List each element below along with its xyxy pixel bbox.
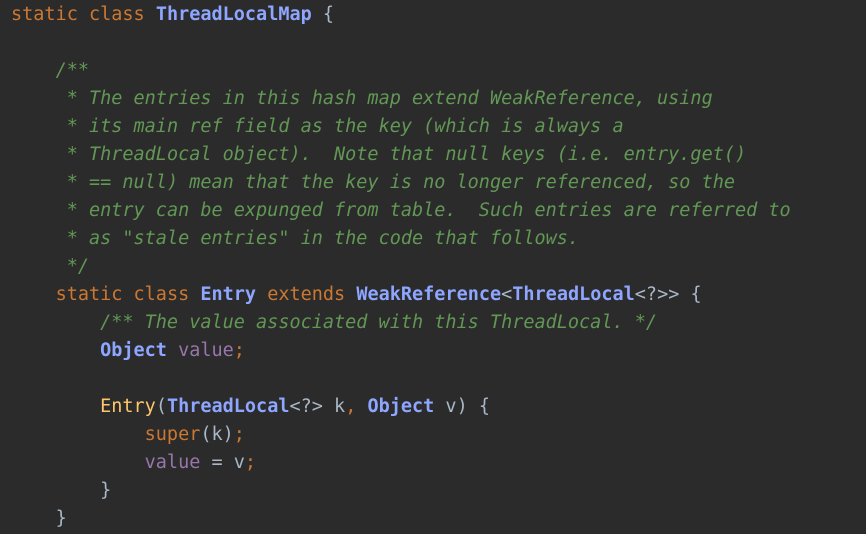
code-line: value = v; [11, 449, 791, 477]
code-line: ​ [11, 365, 791, 393]
code-token: Object [367, 396, 435, 417]
code-line: } [11, 505, 791, 533]
code-token: Entry [100, 396, 156, 417]
code-token: static [11, 4, 78, 25]
code-token: Entry [200, 284, 257, 305]
code-line: * entry can be expunged from table. Such… [11, 197, 791, 225]
code-token: value [144, 452, 201, 473]
code-token: class [133, 284, 190, 305]
code-editor[interactable]: static class ThreadLocalMap {​ /** * The… [0, 0, 866, 534]
code-line: static class ThreadLocalMap { [11, 1, 791, 29]
code-token: } [55, 508, 67, 529]
code-token: , [345, 396, 357, 417]
code-token: /** [55, 60, 89, 81]
code-token: = v [200, 452, 245, 473]
code-token: { [311, 4, 335, 25]
code-token: */ [66, 256, 89, 277]
code-token: <?>> { [634, 284, 702, 305]
code-token: ThreadLocalMap [155, 4, 312, 25]
code-line: * == null) mean that the key is no longe… [11, 169, 791, 197]
code-line: Entry(ThreadLocal<?> k, Object v) { [11, 393, 791, 421]
code-token: * ThreadLocal object). Note that null ke… [66, 144, 747, 165]
code-line: * ThreadLocal object). Note that null ke… [11, 141, 791, 169]
code-line: * The entries in this hash map extend We… [11, 85, 791, 113]
code-token: * The entries in this hash map extend We… [66, 88, 713, 109]
code-token: /** The value associated with this Threa… [100, 312, 658, 333]
code-token: ; [233, 424, 245, 445]
code-line: super(k); [11, 421, 791, 449]
code-line: */ [11, 253, 791, 281]
code-token: extends [267, 284, 346, 305]
code-line: * as "stale entries" in the code that fo… [11, 225, 791, 253]
code-token: * as "stale entries" in the code that fo… [66, 228, 580, 249]
code-token: * its main ref field as the key (which i… [66, 116, 624, 137]
code-token: ; [233, 340, 245, 361]
code-text-area[interactable]: static class ThreadLocalMap {​ /** * The… [11, 1, 791, 533]
code-token: WeakReference [356, 284, 502, 305]
code-token: * == null) mean that the key is no longe… [66, 172, 735, 193]
code-token: < [501, 284, 513, 305]
code-token: * entry can be expunged from table. Such… [66, 200, 791, 221]
code-line: /** [11, 57, 791, 85]
code-token: Object [100, 340, 167, 361]
code-token: <?> k [289, 396, 346, 417]
code-line: * its main ref field as the key (which i… [11, 113, 791, 141]
code-token: ; [244, 452, 257, 473]
code-line: } [11, 477, 791, 505]
code-token: value [178, 340, 234, 361]
code-line: ​ [11, 29, 791, 57]
code-token: ThreadLocal [512, 284, 635, 305]
code-token: ( [155, 396, 167, 417]
code-token: ThreadLocal [166, 396, 290, 417]
code-token: (k) [200, 424, 234, 445]
code-line: Object value; [11, 337, 791, 365]
code-line: /** The value associated with this Threa… [11, 309, 791, 337]
code-token: class [88, 4, 145, 25]
code-token: } [100, 480, 112, 501]
code-token: static [55, 284, 123, 305]
code-token: v) { [434, 396, 490, 417]
code-token: super [144, 424, 201, 445]
code-line: static class Entry extends WeakReference… [11, 281, 791, 309]
